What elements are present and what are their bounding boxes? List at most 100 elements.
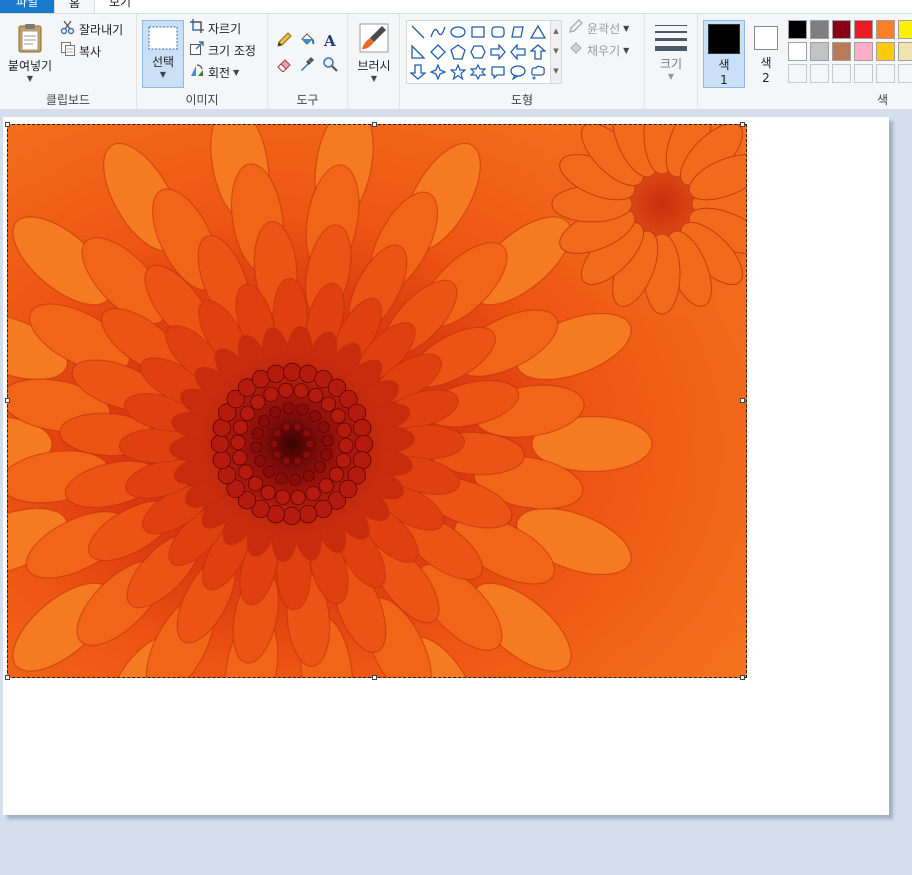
palette-color-swatch[interactable] bbox=[854, 42, 873, 61]
fill-dropdown-caret[interactable]: ▼ bbox=[623, 41, 629, 61]
brushes-button[interactable]: 브러시 ▼ bbox=[353, 20, 395, 90]
custom-color-slot[interactable] bbox=[788, 64, 807, 83]
selection-handle-bottom-left[interactable] bbox=[5, 675, 10, 680]
custom-color-slot[interactable] bbox=[810, 64, 829, 83]
selection-handle-top-right[interactable] bbox=[740, 122, 745, 127]
resize-button[interactable]: 크기 조정 bbox=[189, 41, 256, 61]
palette-color-swatch[interactable] bbox=[810, 42, 829, 61]
oval-callout-shape-icon[interactable] bbox=[508, 62, 528, 82]
flower-bud bbox=[298, 505, 318, 524]
magnifier-icon[interactable] bbox=[320, 54, 340, 74]
color2-swatch bbox=[754, 26, 778, 50]
ribbon-tab-bar: 파일 홈 보기 bbox=[0, 0, 912, 13]
selection-handle-right[interactable] bbox=[740, 398, 745, 403]
cloud-callout-shape-icon[interactable] bbox=[528, 62, 548, 82]
tab-home[interactable]: 홈 bbox=[54, 0, 95, 13]
palette-color-swatch[interactable] bbox=[810, 20, 829, 39]
line-shape-icon[interactable] bbox=[408, 22, 428, 42]
palette-color-swatch[interactable] bbox=[788, 42, 807, 61]
color2-button[interactable]: 색 2 bbox=[748, 20, 784, 88]
palette-color-swatch[interactable] bbox=[854, 20, 873, 39]
flower-bud bbox=[254, 454, 267, 467]
custom-color-slot[interactable] bbox=[898, 64, 912, 83]
size-dropdown-caret[interactable]: ▼ bbox=[650, 72, 692, 81]
drawing-canvas[interactable] bbox=[3, 117, 889, 815]
right-triangle-shape-icon[interactable] bbox=[408, 42, 428, 62]
select-dropdown-caret[interactable]: ▼ bbox=[143, 70, 183, 79]
selection-handle-left[interactable] bbox=[5, 398, 10, 403]
custom-color-slot[interactable] bbox=[876, 64, 895, 83]
fill-button[interactable]: 채우기 ▼ bbox=[568, 41, 629, 61]
brushes-label: 브러시 bbox=[357, 59, 391, 73]
text-tool-icon[interactable]: A bbox=[320, 30, 340, 50]
palette-color-swatch[interactable] bbox=[898, 20, 912, 39]
flower-bud bbox=[281, 456, 291, 466]
rectangle-shape-icon[interactable] bbox=[468, 22, 488, 42]
rotate-button[interactable]: 회전 ▼ bbox=[189, 63, 239, 83]
ribbon: 붙여넣기 ▼ 잘라내기 복사 클립보드 선택 ▼ 자르기 크기 조정 회전 ▼ … bbox=[0, 13, 912, 110]
up-arrow-shape-icon[interactable] bbox=[528, 42, 548, 62]
scroll-down-icon[interactable]: ▼ bbox=[551, 41, 561, 61]
palette-color-swatch[interactable] bbox=[876, 42, 895, 61]
color1-button[interactable]: 색 1 bbox=[703, 20, 745, 88]
colors-group-label: 색 bbox=[876, 93, 888, 107]
shapes-gallery-scrollbar[interactable]: ▲ ▼ ▼ bbox=[550, 21, 561, 83]
four-point-star-shape-icon[interactable] bbox=[428, 62, 448, 82]
down-arrow-shape-icon[interactable] bbox=[408, 62, 428, 82]
scissors-icon bbox=[60, 19, 76, 41]
canvas-area[interactable] bbox=[0, 111, 912, 875]
rounded-callout-shape-icon[interactable] bbox=[488, 62, 508, 82]
outline-dropdown-caret[interactable]: ▼ bbox=[623, 19, 629, 39]
eraser-icon[interactable] bbox=[274, 54, 294, 74]
shapes-group: ▲ ▼ ▼ 윤곽선 ▼ 채우기 ▼ 도형 bbox=[400, 14, 645, 110]
tab-view[interactable]: 보기 bbox=[95, 0, 145, 13]
palette-color-swatch[interactable] bbox=[876, 20, 895, 39]
tab-file[interactable]: 파일 bbox=[0, 0, 54, 13]
crop-button[interactable]: 자르기 bbox=[189, 19, 241, 39]
palette-color-swatch[interactable] bbox=[832, 42, 851, 61]
flower-photo[interactable] bbox=[7, 124, 747, 678]
scroll-up-icon[interactable]: ▲ bbox=[551, 21, 561, 41]
flower-bud bbox=[308, 387, 324, 404]
paste-button[interactable]: 붙여넣기 ▼ bbox=[4, 20, 56, 90]
diamond-shape-icon[interactable] bbox=[428, 42, 448, 62]
selection-handle-bottom-right[interactable] bbox=[740, 675, 745, 680]
outline-button[interactable]: 윤곽선 ▼ bbox=[568, 19, 629, 39]
right-arrow-shape-icon[interactable] bbox=[488, 42, 508, 62]
cut-button[interactable]: 잘라내기 bbox=[60, 20, 123, 40]
custom-color-slot[interactable] bbox=[832, 64, 851, 83]
brushes-dropdown-caret[interactable]: ▼ bbox=[353, 74, 395, 83]
resize-icon bbox=[189, 40, 205, 62]
selection-handle-bottom[interactable] bbox=[372, 675, 377, 680]
selection-handle-top[interactable] bbox=[372, 122, 377, 127]
pencil-icon[interactable] bbox=[274, 30, 294, 50]
palette-color-swatch[interactable] bbox=[832, 20, 851, 39]
flower-bud bbox=[269, 439, 279, 449]
polygon-shape-icon[interactable] bbox=[508, 22, 528, 42]
five-point-star-shape-icon[interactable] bbox=[448, 62, 468, 82]
crop-icon bbox=[189, 18, 205, 40]
select-button[interactable]: 선택 ▼ bbox=[142, 20, 184, 88]
triangle-shape-icon[interactable] bbox=[528, 22, 548, 42]
image-group-label: 이미지 bbox=[185, 93, 219, 107]
oval-shape-icon[interactable] bbox=[448, 22, 468, 42]
paste-dropdown-caret[interactable]: ▼ bbox=[4, 74, 56, 83]
custom-color-slot[interactable] bbox=[854, 64, 873, 83]
copy-button[interactable]: 복사 bbox=[60, 42, 101, 62]
selection-handle-top-left[interactable] bbox=[5, 122, 10, 127]
curve-shape-icon[interactable] bbox=[428, 22, 448, 42]
palette-color-swatch[interactable] bbox=[898, 42, 912, 61]
flower-bud bbox=[296, 403, 309, 416]
pentagon-shape-icon[interactable] bbox=[448, 42, 468, 62]
left-arrow-shape-icon[interactable] bbox=[508, 42, 528, 62]
fill-bucket-icon[interactable] bbox=[297, 30, 317, 50]
rounded-rectangle-shape-icon[interactable] bbox=[488, 22, 508, 42]
palette-color-swatch[interactable] bbox=[788, 20, 807, 39]
expand-gallery-icon[interactable]: ▼ bbox=[551, 61, 561, 81]
flower-bud bbox=[258, 414, 271, 427]
hexagon-shape-icon[interactable] bbox=[468, 42, 488, 62]
six-point-star-shape-icon[interactable] bbox=[468, 62, 488, 82]
size-button[interactable]: 크기 ▼ bbox=[650, 20, 692, 90]
rotate-dropdown-caret[interactable]: ▼ bbox=[233, 63, 239, 83]
color-picker-icon[interactable] bbox=[297, 54, 317, 74]
